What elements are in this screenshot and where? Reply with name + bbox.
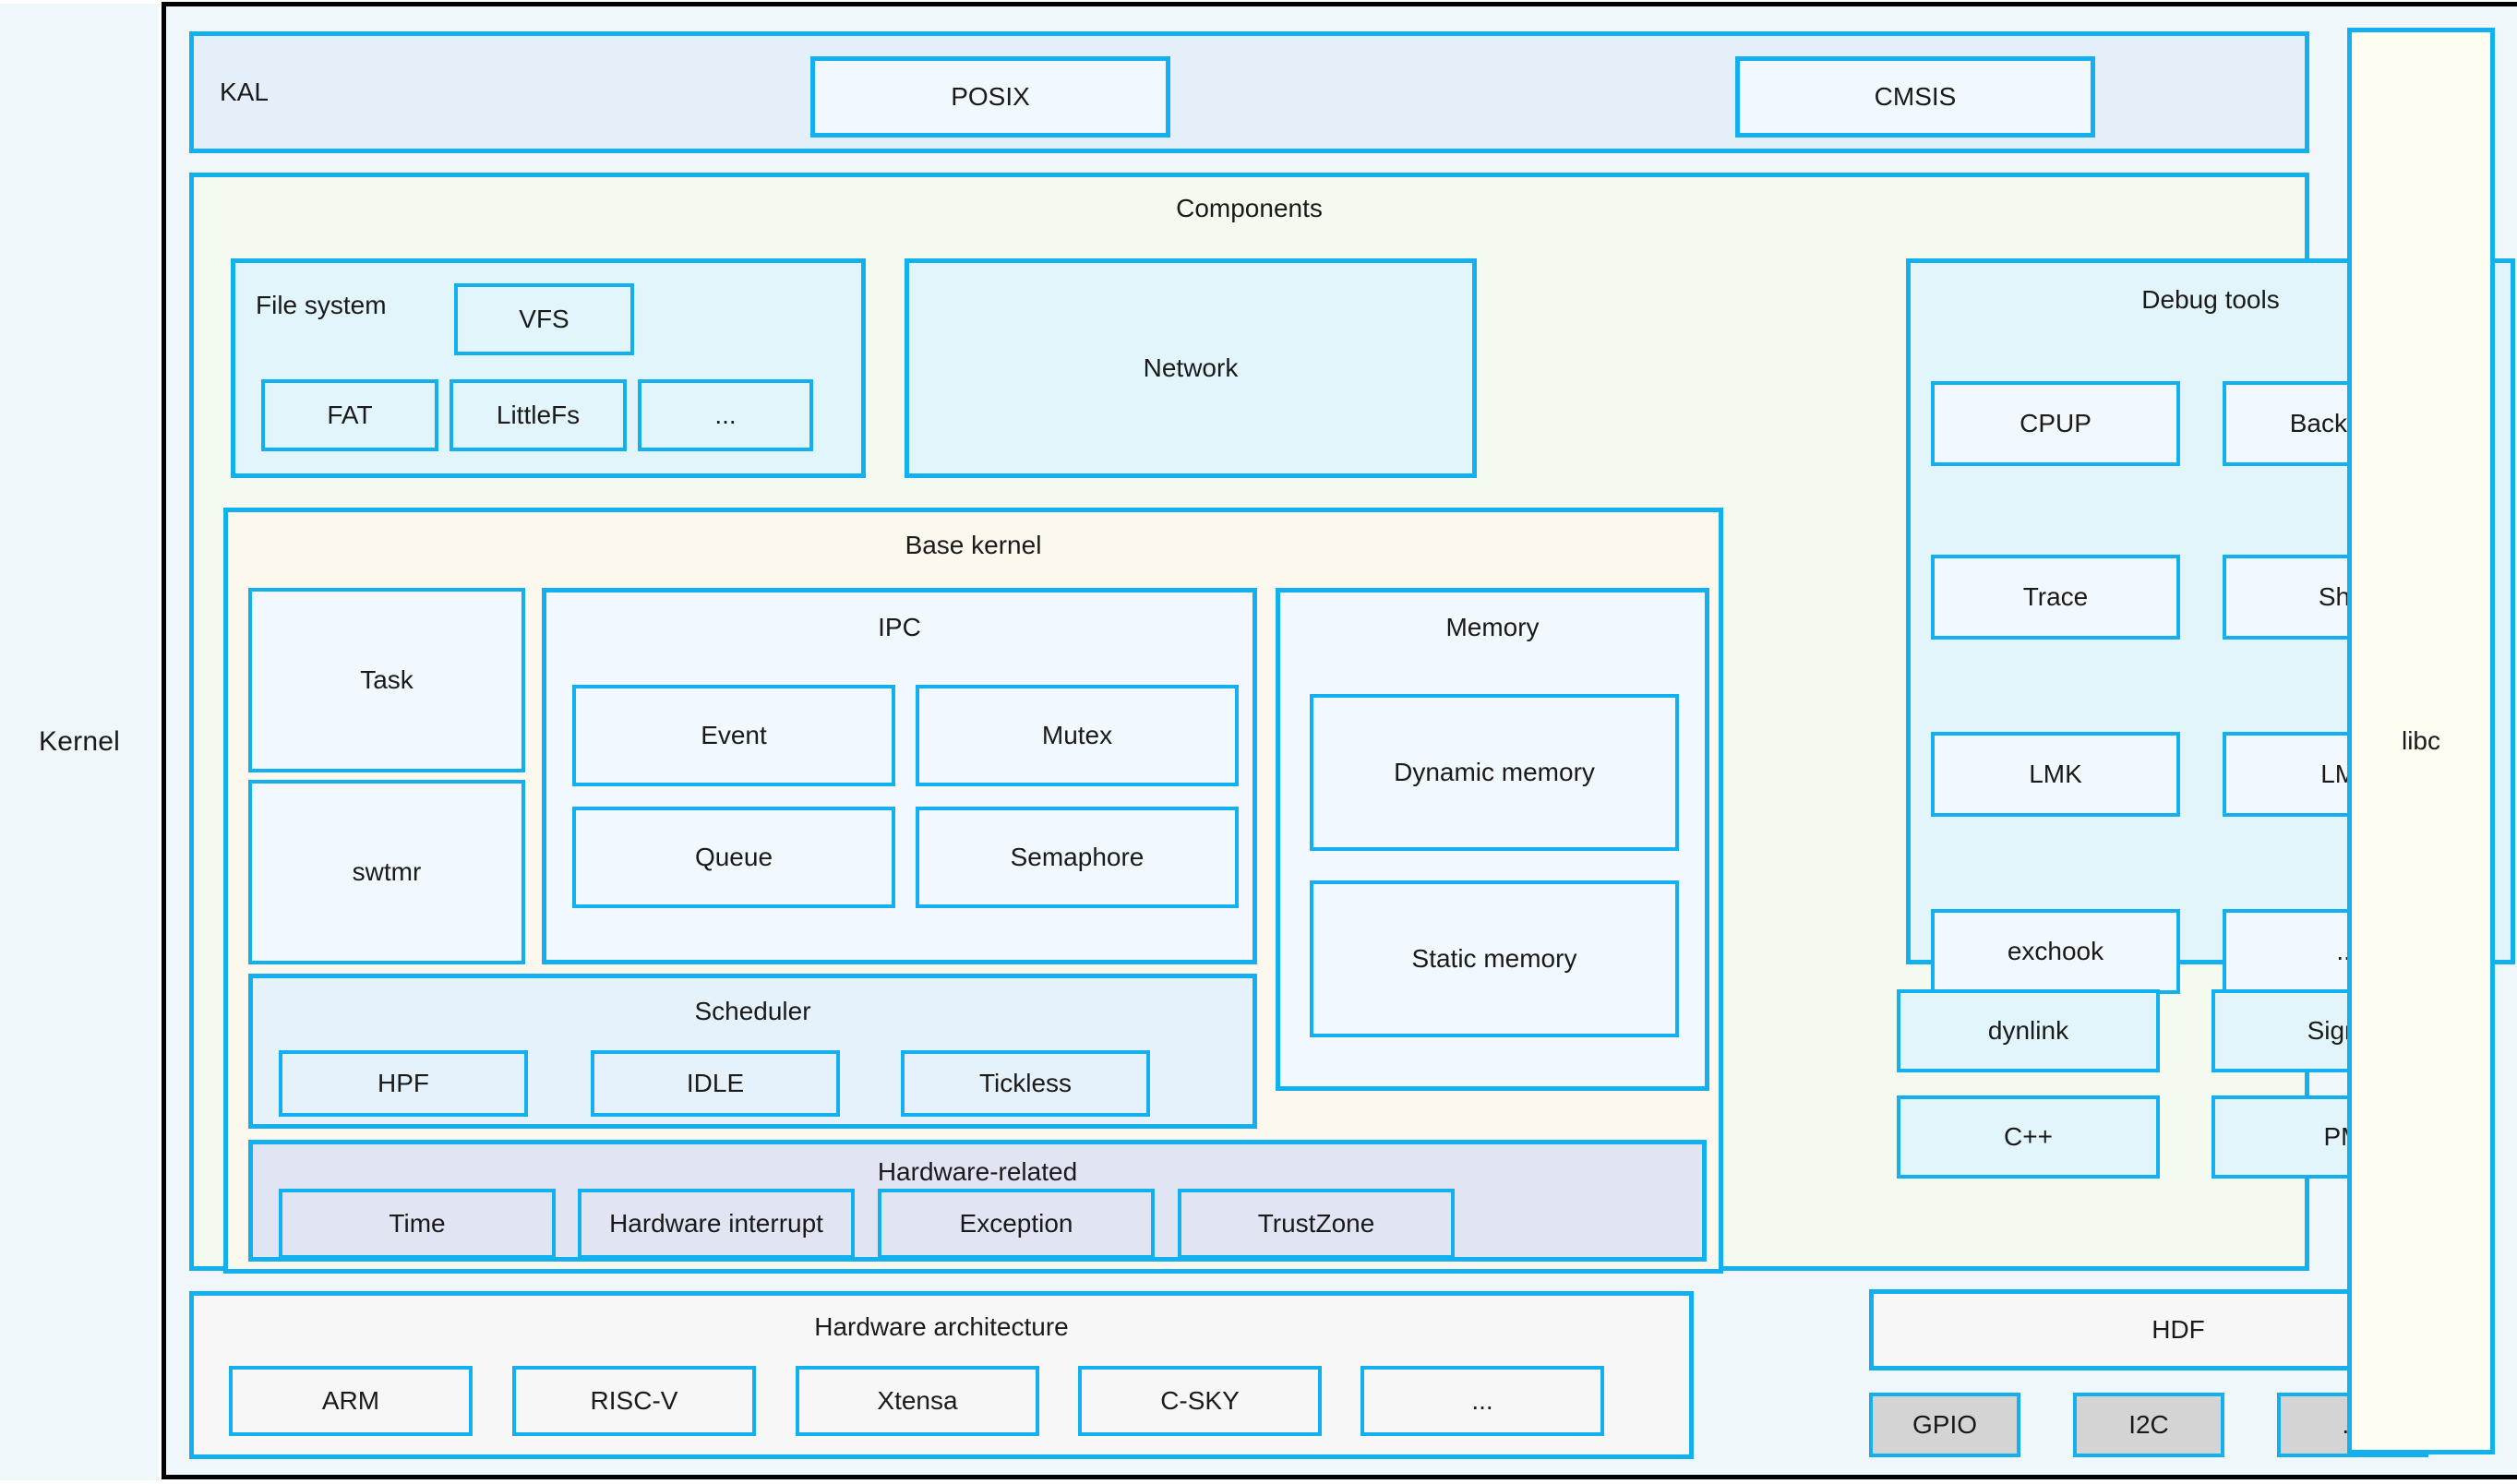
hardware-related-title: Hardware-related [877,1157,1078,1186]
architecture-diagram: Kernel KAL POSIX CMSIS Components File s… [0,0,2517,1484]
trustzone-box[interactable]: TrustZone [1178,1189,1455,1259]
cpup-label: CPUP [2020,409,2092,437]
scheduler-title: Scheduler [694,997,811,1025]
fat-label: FAT [327,401,373,429]
trace-box[interactable]: Trace [1931,555,2180,640]
memory-group: Memory Dynamic memory Static memory [1276,588,1709,1091]
components-container: Components File system VFS FAT LittleFs … [189,173,2515,1274]
libc-label: libc [2401,726,2440,755]
kal-label: KAL [220,78,269,106]
task-label: Task [360,665,414,694]
dynamic-memory-label: Dynamic memory [1394,758,1595,786]
gpio-box[interactable]: GPIO [1869,1393,2020,1457]
cpp-box[interactable]: C++ [1897,1095,2160,1179]
tickless-label: Tickless [978,1069,1073,1097]
cpup-box[interactable]: CPUP [1931,381,2180,466]
littlefs-label: LittleFs [496,401,581,429]
lmk-box[interactable]: LMK [1931,732,2180,817]
xtensa-box[interactable]: Xtensa [796,1366,1039,1436]
hardware-architecture-more-label: ... [1471,1386,1493,1415]
queue-label: Queue [694,843,773,871]
posix-label: POSIX [951,82,1030,111]
queue-box[interactable]: Queue [572,807,895,908]
memory-title: Memory [1445,613,1540,641]
idle-label: IDLE [686,1069,745,1097]
csky-box[interactable]: C-SKY [1078,1366,1322,1436]
riscv-box[interactable]: RISC-V [512,1366,756,1436]
network-label: Network [1143,353,1239,382]
kernel-rail-label: Kernel [39,726,120,757]
kernel-board: KAL POSIX CMSIS Components File system V… [162,2,2517,1479]
hardware-architecture-title: Hardware architecture [814,1312,1069,1341]
dynamic-memory-box[interactable]: Dynamic memory [1310,694,1679,851]
exception-label: Exception [959,1209,1073,1238]
components-title: Components [1176,194,1323,222]
exchook-box[interactable]: exchook [1931,909,2180,994]
idle-box[interactable]: IDLE [591,1050,840,1117]
swtmr-label: swtmr [352,857,422,886]
kal-row: KAL POSIX CMSIS [189,31,2309,153]
gpio-label: GPIO [1912,1410,1977,1439]
tickless-box[interactable]: Tickless [901,1050,1150,1117]
hardware-architecture-more-box[interactable]: ... [1360,1366,1604,1436]
riscv-label: RISC-V [590,1386,678,1415]
dynlink-label: dynlink [1987,1016,2069,1045]
hardware-related-group: Hardware-related Time Hardware interrupt… [248,1140,1707,1262]
static-memory-box[interactable]: Static memory [1310,880,1679,1037]
ipc-title: IPC [878,613,921,641]
time-label: Time [389,1209,446,1238]
vfs-label: VFS [519,305,569,333]
hpf-box[interactable]: HPF [279,1050,528,1117]
event-label: Event [701,721,767,749]
network-box[interactable]: Network [905,258,1477,478]
mutex-box[interactable]: Mutex [916,685,1239,786]
base-kernel-title: Base kernel [905,531,1042,559]
xtensa-label: Xtensa [877,1386,958,1415]
swtmr-box[interactable]: swtmr [248,780,525,964]
csky-label: C-SKY [1160,1386,1240,1415]
trace-label: Trace [2022,582,2089,611]
static-memory-label: Static memory [1411,944,1577,973]
file-system-more-label: ... [714,401,737,429]
hardware-architecture-group: Hardware architecture ARM RISC-V Xtensa … [189,1291,1694,1459]
libc-column: libc [2347,28,2495,1454]
cpp-label: C++ [2004,1122,2053,1151]
exchook-label: exchook [2007,937,2104,965]
hardware-interrupt-label: Hardware interrupt [609,1209,823,1238]
dynlink-box[interactable]: dynlink [1897,989,2160,1072]
file-system-label: File system [256,291,387,319]
arm-box[interactable]: ARM [229,1366,473,1436]
task-box[interactable]: Task [248,588,525,772]
cmsis-box[interactable]: CMSIS [1735,56,2095,138]
vfs-box[interactable]: VFS [454,283,634,355]
mutex-label: Mutex [1041,721,1113,749]
cmsis-label: CMSIS [1874,82,1957,111]
time-box[interactable]: Time [279,1189,556,1259]
posix-box[interactable]: POSIX [810,56,1170,138]
event-box[interactable]: Event [572,685,895,786]
base-kernel-group: Base kernel Task swtmr IPC Event Mutex Q… [223,508,1723,1274]
littlefs-box[interactable]: LittleFs [449,379,627,451]
kernel-rail: Kernel [0,4,159,1480]
exception-box[interactable]: Exception [878,1189,1155,1259]
i2c-label: I2C [2128,1410,2169,1439]
hpf-label: HPF [378,1069,429,1097]
file-system-group: File system VFS FAT LittleFs ... [231,258,866,478]
hdf-label: HDF [2151,1315,2205,1344]
fat-box[interactable]: FAT [261,379,438,451]
arm-label: ARM [321,1386,380,1415]
semaphore-label: Semaphore [1010,843,1145,871]
semaphore-box[interactable]: Semaphore [916,807,1239,908]
lmk-label: LMK [2029,760,2082,788]
scheduler-group: Scheduler HPF IDLE Tickless [248,974,1257,1129]
file-system-more-box[interactable]: ... [638,379,813,451]
ipc-group: IPC Event Mutex Queue Semaphore [542,588,1257,964]
i2c-box[interactable]: I2C [2073,1393,2224,1457]
trustzone-label: TrustZone [1257,1209,1375,1238]
hardware-interrupt-box[interactable]: Hardware interrupt [578,1189,855,1259]
